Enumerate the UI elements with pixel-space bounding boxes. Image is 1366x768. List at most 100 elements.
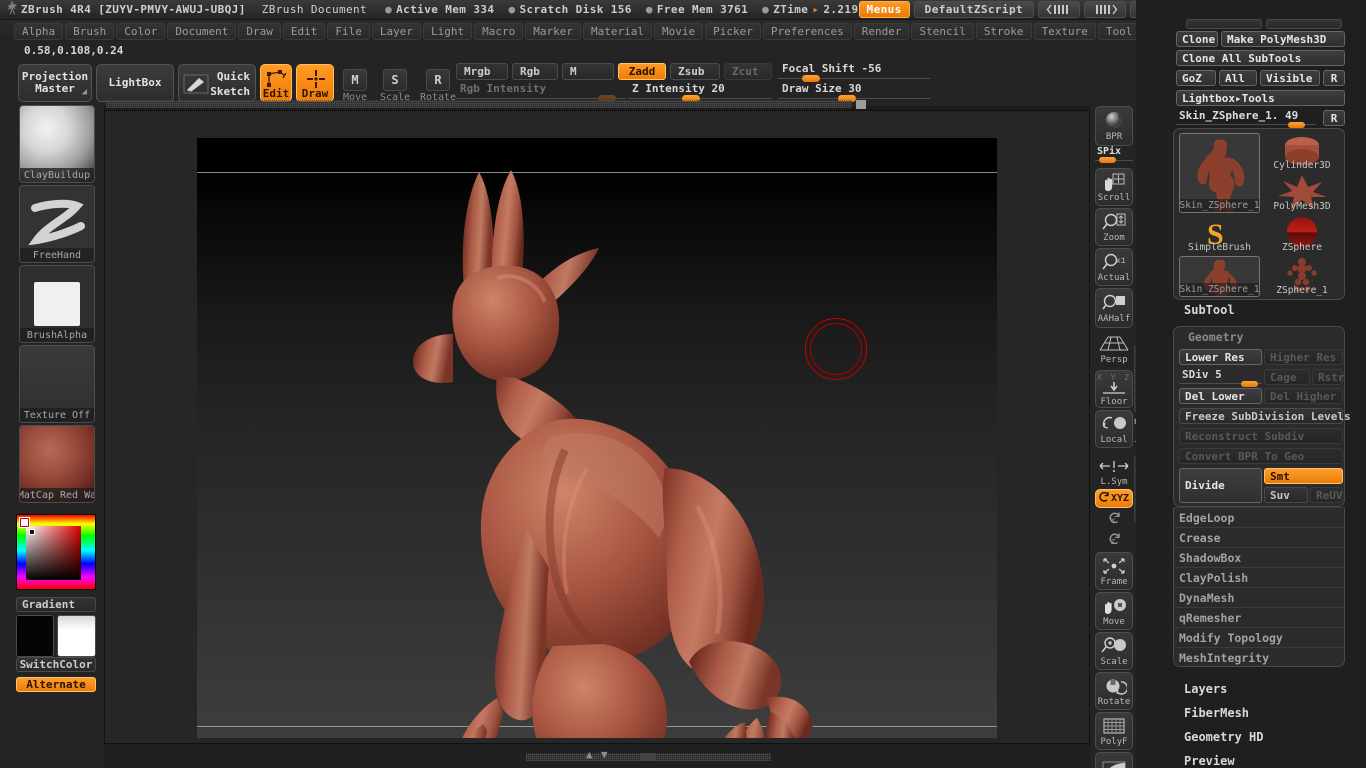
cage-button[interactable]: Cage — [1264, 369, 1310, 385]
menu-item-edit[interactable]: Edit — [282, 22, 326, 40]
menu-item-tool[interactable]: Tool — [1097, 22, 1141, 40]
focal-shift-slider[interactable]: Focal Shift -56 — [778, 62, 930, 82]
canvas-area[interactable] — [104, 110, 1090, 744]
actual-button[interactable]: x1 Actual — [1095, 248, 1133, 286]
tray-prev-icon[interactable] — [1038, 1, 1080, 18]
menu-item-render[interactable]: Render — [853, 22, 910, 40]
menu-item-movie[interactable]: Movie — [653, 22, 704, 40]
projection-master-button[interactable]: Projection Master ◢ — [18, 64, 92, 102]
clone-button[interactable]: Clone — [1176, 31, 1218, 47]
menu-item-draw[interactable]: Draw — [238, 22, 281, 40]
slider-knob[interactable] — [1241, 381, 1258, 387]
make-polymesh3d-button[interactable]: Make PolyMesh3D — [1221, 31, 1345, 47]
rstr-button[interactable]: Rstr — [1312, 369, 1345, 385]
menu-item-alpha[interactable]: Alpha — [14, 22, 64, 40]
zoom-button[interactable]: Zoom — [1095, 208, 1133, 246]
scale-view-button[interactable]: Scale — [1095, 632, 1133, 670]
color-picker[interactable] — [16, 514, 96, 590]
tool-thumb-polymesh3d[interactable]: PolyMesh3D — [1264, 174, 1340, 213]
color-marker-sv[interactable] — [29, 529, 35, 535]
geometry-hd-section-header[interactable]: Geometry HD — [1184, 730, 1263, 744]
local-button[interactable]: Local — [1095, 410, 1133, 448]
rgb-button[interactable]: Rgb — [512, 63, 558, 80]
tool-r-button[interactable]: R — [1323, 110, 1345, 126]
aahalf-button[interactable]: AAHalf — [1095, 288, 1133, 328]
partial-button-right[interactable] — [1266, 19, 1342, 29]
menu-item-marker[interactable]: Marker — [525, 22, 581, 40]
fibermesh-section-header[interactable]: FiberMesh — [1184, 706, 1249, 720]
meshintegrity-item[interactable]: MeshIntegrity — [1173, 647, 1345, 667]
all-button[interactable]: All — [1219, 70, 1257, 86]
higher-res-button[interactable]: Higher Res — [1264, 349, 1343, 365]
move-view-button[interactable]: Move — [1095, 592, 1133, 630]
menu-item-brush[interactable]: Brush — [65, 22, 115, 40]
quick-sketch-button[interactable]: Quick Sketch — [178, 64, 256, 102]
reuv-button[interactable]: ReUV — [1310, 487, 1343, 503]
menu-item-color[interactable]: Color — [116, 22, 166, 40]
scale-mode-button[interactable]: S Scale — [376, 63, 414, 103]
xyz-rotate-button[interactable]: XYZ — [1095, 489, 1133, 508]
material-swatch[interactable]: MatCap Red Wa — [19, 425, 95, 503]
layers-section-header[interactable]: Layers — [1184, 682, 1227, 696]
subtool-section-header[interactable]: SubTool — [1184, 303, 1235, 317]
lower-res-button[interactable]: Lower Res — [1179, 349, 1262, 365]
menu-item-texture[interactable]: Texture — [1033, 22, 1096, 40]
bpr-button[interactable]: BPR — [1095, 106, 1133, 146]
crease-item[interactable]: Crease — [1173, 527, 1345, 547]
floor-button[interactable]: X Y Z Floor — [1095, 370, 1133, 408]
lightbox-tools-button[interactable]: Lightbox▸Tools — [1176, 90, 1345, 106]
secondary-color-swatch[interactable] — [57, 615, 96, 657]
clone-all-subtools-button[interactable]: Clone All SubTools — [1176, 50, 1345, 66]
tool-thumb-zsphere[interactable]: ZSphere — [1264, 215, 1340, 254]
m-button[interactable]: M — [562, 63, 614, 80]
rotate-view-button[interactable]: Rotate — [1095, 672, 1133, 710]
suv-button[interactable]: Suv — [1264, 487, 1308, 503]
qremesher-item[interactable]: qRemesher — [1173, 607, 1345, 627]
menu-item-layer[interactable]: Layer — [371, 22, 421, 40]
stroke-swatch[interactable]: FreeHand — [19, 185, 95, 263]
color-marker-primary[interactable] — [19, 517, 30, 528]
menu-item-file[interactable]: File — [327, 22, 370, 40]
geometry-section-header[interactable]: Geometry — [1188, 330, 1243, 344]
alpha-swatch[interactable]: BrushAlpha — [19, 265, 95, 343]
zsub-button[interactable]: Zsub — [670, 63, 720, 80]
tool-thumb-zsphere-1[interactable]: ZSphere_1 — [1264, 256, 1340, 297]
switch-color-button[interactable]: SwitchColor — [16, 657, 96, 672]
lightbox-button[interactable]: LightBox — [96, 64, 174, 102]
slider-knob[interactable] — [1099, 157, 1116, 163]
z-intensity-slider[interactable]: Z Intensity 20 — [628, 82, 772, 102]
del-higher-button[interactable]: Del Higher — [1264, 388, 1343, 404]
spix-slider[interactable]: SPix — [1095, 146, 1133, 165]
frame-button[interactable]: Frame — [1095, 552, 1133, 590]
brush-swatch[interactable]: ClayBuildup — [19, 105, 95, 183]
primary-color-swatch[interactable] — [16, 615, 54, 657]
rgb-intensity-slider[interactable]: Rgb Intensity — [456, 82, 626, 102]
z-rotate-button[interactable]: Z — [1095, 531, 1133, 551]
menu-item-macro[interactable]: Macro — [474, 22, 524, 40]
slider-knob[interactable] — [802, 75, 820, 82]
shadowbox-item[interactable]: ShadowBox — [1173, 547, 1345, 567]
claypolish-item[interactable]: ClayPolish — [1173, 567, 1345, 587]
persp-button[interactable]: Persp — [1095, 330, 1133, 368]
menu-item-stroke[interactable]: Stroke — [975, 22, 1032, 40]
draw-button[interactable]: Draw — [296, 64, 334, 102]
modify-topology-item[interactable]: Modify Topology — [1173, 627, 1345, 647]
freeze-subdivision-button[interactable]: Freeze SubDivision Levels — [1179, 408, 1351, 424]
visible-button[interactable]: Visible — [1260, 70, 1320, 86]
sculpted-model[interactable] — [197, 138, 997, 738]
scroll-down-icon[interactable]: ▼ — [601, 748, 608, 761]
mrgb-button[interactable]: Mrgb — [456, 63, 508, 80]
smt-button[interactable]: Smt — [1264, 468, 1343, 484]
menu-item-document[interactable]: Document — [167, 22, 237, 40]
zcut-button[interactable]: Zcut — [724, 63, 772, 80]
transparency-button[interactable] — [1095, 752, 1133, 768]
tool-thumb-cylinder3d[interactable]: Cylinder3D — [1264, 133, 1340, 172]
menus-button[interactable]: Menus — [858, 1, 910, 18]
lsym-button[interactable]: L.Sym — [1095, 454, 1133, 488]
tool-thumb-simplebrush[interactable]: S SimpleBrush — [1179, 215, 1260, 254]
document-canvas[interactable] — [197, 138, 997, 738]
scroll-button[interactable]: Scroll — [1095, 168, 1133, 206]
texture-swatch[interactable]: Texture Off — [19, 345, 95, 423]
convert-bpr-button[interactable]: Convert BPR To Geo — [1179, 448, 1343, 464]
menu-item-stencil[interactable]: Stencil — [911, 22, 974, 40]
